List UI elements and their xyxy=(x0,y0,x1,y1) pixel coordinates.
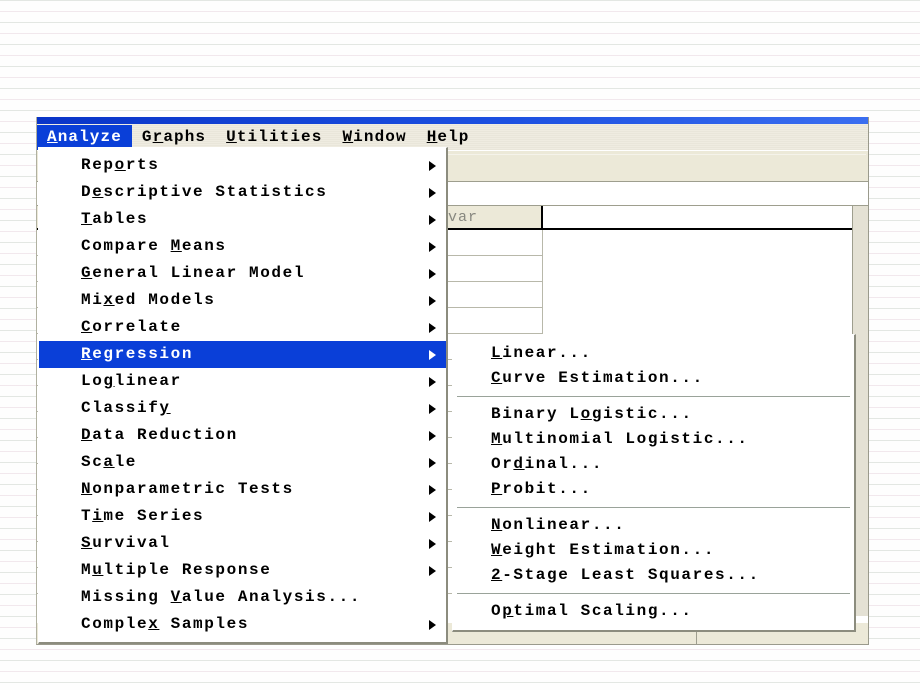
menu-item-data-reduction[interactable]: Data Reduction xyxy=(39,422,446,449)
menu-item-label: Tables xyxy=(81,210,149,228)
menu-item-regression[interactable]: Regression xyxy=(39,341,446,368)
menu-item-loglinear[interactable]: Loglinear xyxy=(39,368,446,395)
menu-item-missing-value-analysis[interactable]: Missing Value Analysis... xyxy=(39,584,446,611)
menu-item-scale[interactable]: Scale xyxy=(39,449,446,476)
menu-item-label: Data Reduction xyxy=(81,426,238,444)
menu-item-reports[interactable]: Reports xyxy=(39,152,446,179)
submenu-arrow-icon xyxy=(429,619,436,630)
submenu-item-binary-logistic[interactable]: Binary Logistic... xyxy=(453,402,854,427)
menu-item-label: Loglinear xyxy=(81,372,182,390)
submenu-arrow-icon xyxy=(429,241,436,252)
submenu-arrow-icon xyxy=(429,484,436,495)
menu-item-survival[interactable]: Survival xyxy=(39,530,446,557)
submenu-arrow-icon xyxy=(429,403,436,414)
submenu-arrow-icon xyxy=(429,457,436,468)
menu-item-label: General Linear Model xyxy=(81,264,306,282)
submenu-arrow-icon xyxy=(429,214,436,225)
submenu-item-curve-estimation[interactable]: Curve Estimation... xyxy=(453,366,854,391)
menubar-item-window[interactable]: Window xyxy=(332,125,416,150)
menu-item-mixed-models[interactable]: Mixed Models xyxy=(39,287,446,314)
menu-item-label: Complex Samples xyxy=(81,615,250,633)
submenu-item-probit[interactable]: Probit... xyxy=(453,477,854,502)
submenu-separator xyxy=(457,507,850,508)
submenu-arrow-icon xyxy=(429,187,436,198)
submenu-item-2-stage-least-squares[interactable]: 2-Stage Least Squares... xyxy=(453,563,854,588)
menu-item-correlate[interactable]: Correlate xyxy=(39,314,446,341)
menu-item-label: Correlate xyxy=(81,318,182,336)
submenu-arrow-icon xyxy=(429,160,436,171)
menu-item-descriptive-statistics[interactable]: Descriptive Statistics xyxy=(39,179,446,206)
submenu-arrow-icon xyxy=(429,295,436,306)
submenu-arrow-icon xyxy=(429,538,436,549)
submenu-arrow-icon xyxy=(429,268,436,279)
menu-item-label: Mixed Models xyxy=(81,291,216,309)
menu-item-tables[interactable]: Tables xyxy=(39,206,446,233)
regression-submenu[interactable]: Linear... Curve Estimation... Binary Logis… xyxy=(452,334,856,632)
menu-item-classify[interactable]: Classify xyxy=(39,395,446,422)
menu-item-label: Scale xyxy=(81,453,138,471)
menu-item-label: Descriptive Statistics xyxy=(81,183,328,201)
menu-item-nonparametric-tests[interactable]: Nonparametric Tests xyxy=(39,476,446,503)
menu-item-general-linear-model[interactable]: General Linear Model xyxy=(39,260,446,287)
submenu-separator xyxy=(457,396,850,397)
menu-item-complex-samples[interactable]: Complex Samples xyxy=(39,611,446,638)
menu-item-compare-means[interactable]: Compare Means xyxy=(39,233,446,260)
submenu-item-ordinal[interactable]: Ordinal... xyxy=(453,452,854,477)
submenu-item-optimal-scaling[interactable]: Optimal Scaling... xyxy=(453,599,854,624)
submenu-arrow-icon xyxy=(429,322,436,333)
analyze-dropdown-menu[interactable]: Reports Descriptive Statistics Tables Compa… xyxy=(38,147,448,644)
submenu-arrow-icon xyxy=(429,349,436,360)
menu-item-label: Regression xyxy=(81,345,194,363)
menu-item-label: Time Series xyxy=(81,507,205,525)
submenu-arrow-icon xyxy=(429,565,436,576)
submenu-separator xyxy=(457,593,850,594)
submenu-item-multinomial-logistic[interactable]: Multinomial Logistic... xyxy=(453,427,854,452)
menu-item-label: Multiple Response xyxy=(81,561,272,579)
submenu-item-nonlinear[interactable]: Nonlinear... xyxy=(453,513,854,538)
submenu-arrow-icon xyxy=(429,430,436,441)
menu-item-label: Reports xyxy=(81,156,160,174)
menubar-item-help[interactable]: Help xyxy=(417,125,480,150)
submenu-item-weight-estimation[interactable]: Weight Estimation... xyxy=(453,538,854,563)
menu-item-label: Classify xyxy=(81,399,171,417)
submenu-item-linear[interactable]: Linear... xyxy=(453,341,854,366)
menu-item-label: Survival xyxy=(81,534,171,552)
window-title-bar xyxy=(37,117,868,124)
menubar-item-analyze[interactable]: Analyze xyxy=(37,124,132,150)
menu-item-label: Nonparametric Tests xyxy=(81,480,294,498)
menubar-item-utilities[interactable]: Utilities xyxy=(216,125,332,150)
submenu-arrow-icon xyxy=(429,376,436,387)
submenu-arrow-icon xyxy=(429,511,436,522)
menu-item-label: Missing Value Analysis... xyxy=(81,588,362,606)
menu-item-label: Compare Means xyxy=(81,237,227,255)
menu-item-time-series[interactable]: Time Series xyxy=(39,503,446,530)
menu-item-multiple-response[interactable]: Multiple Response xyxy=(39,557,446,584)
menubar-item-graphs[interactable]: Graphs xyxy=(132,125,216,150)
